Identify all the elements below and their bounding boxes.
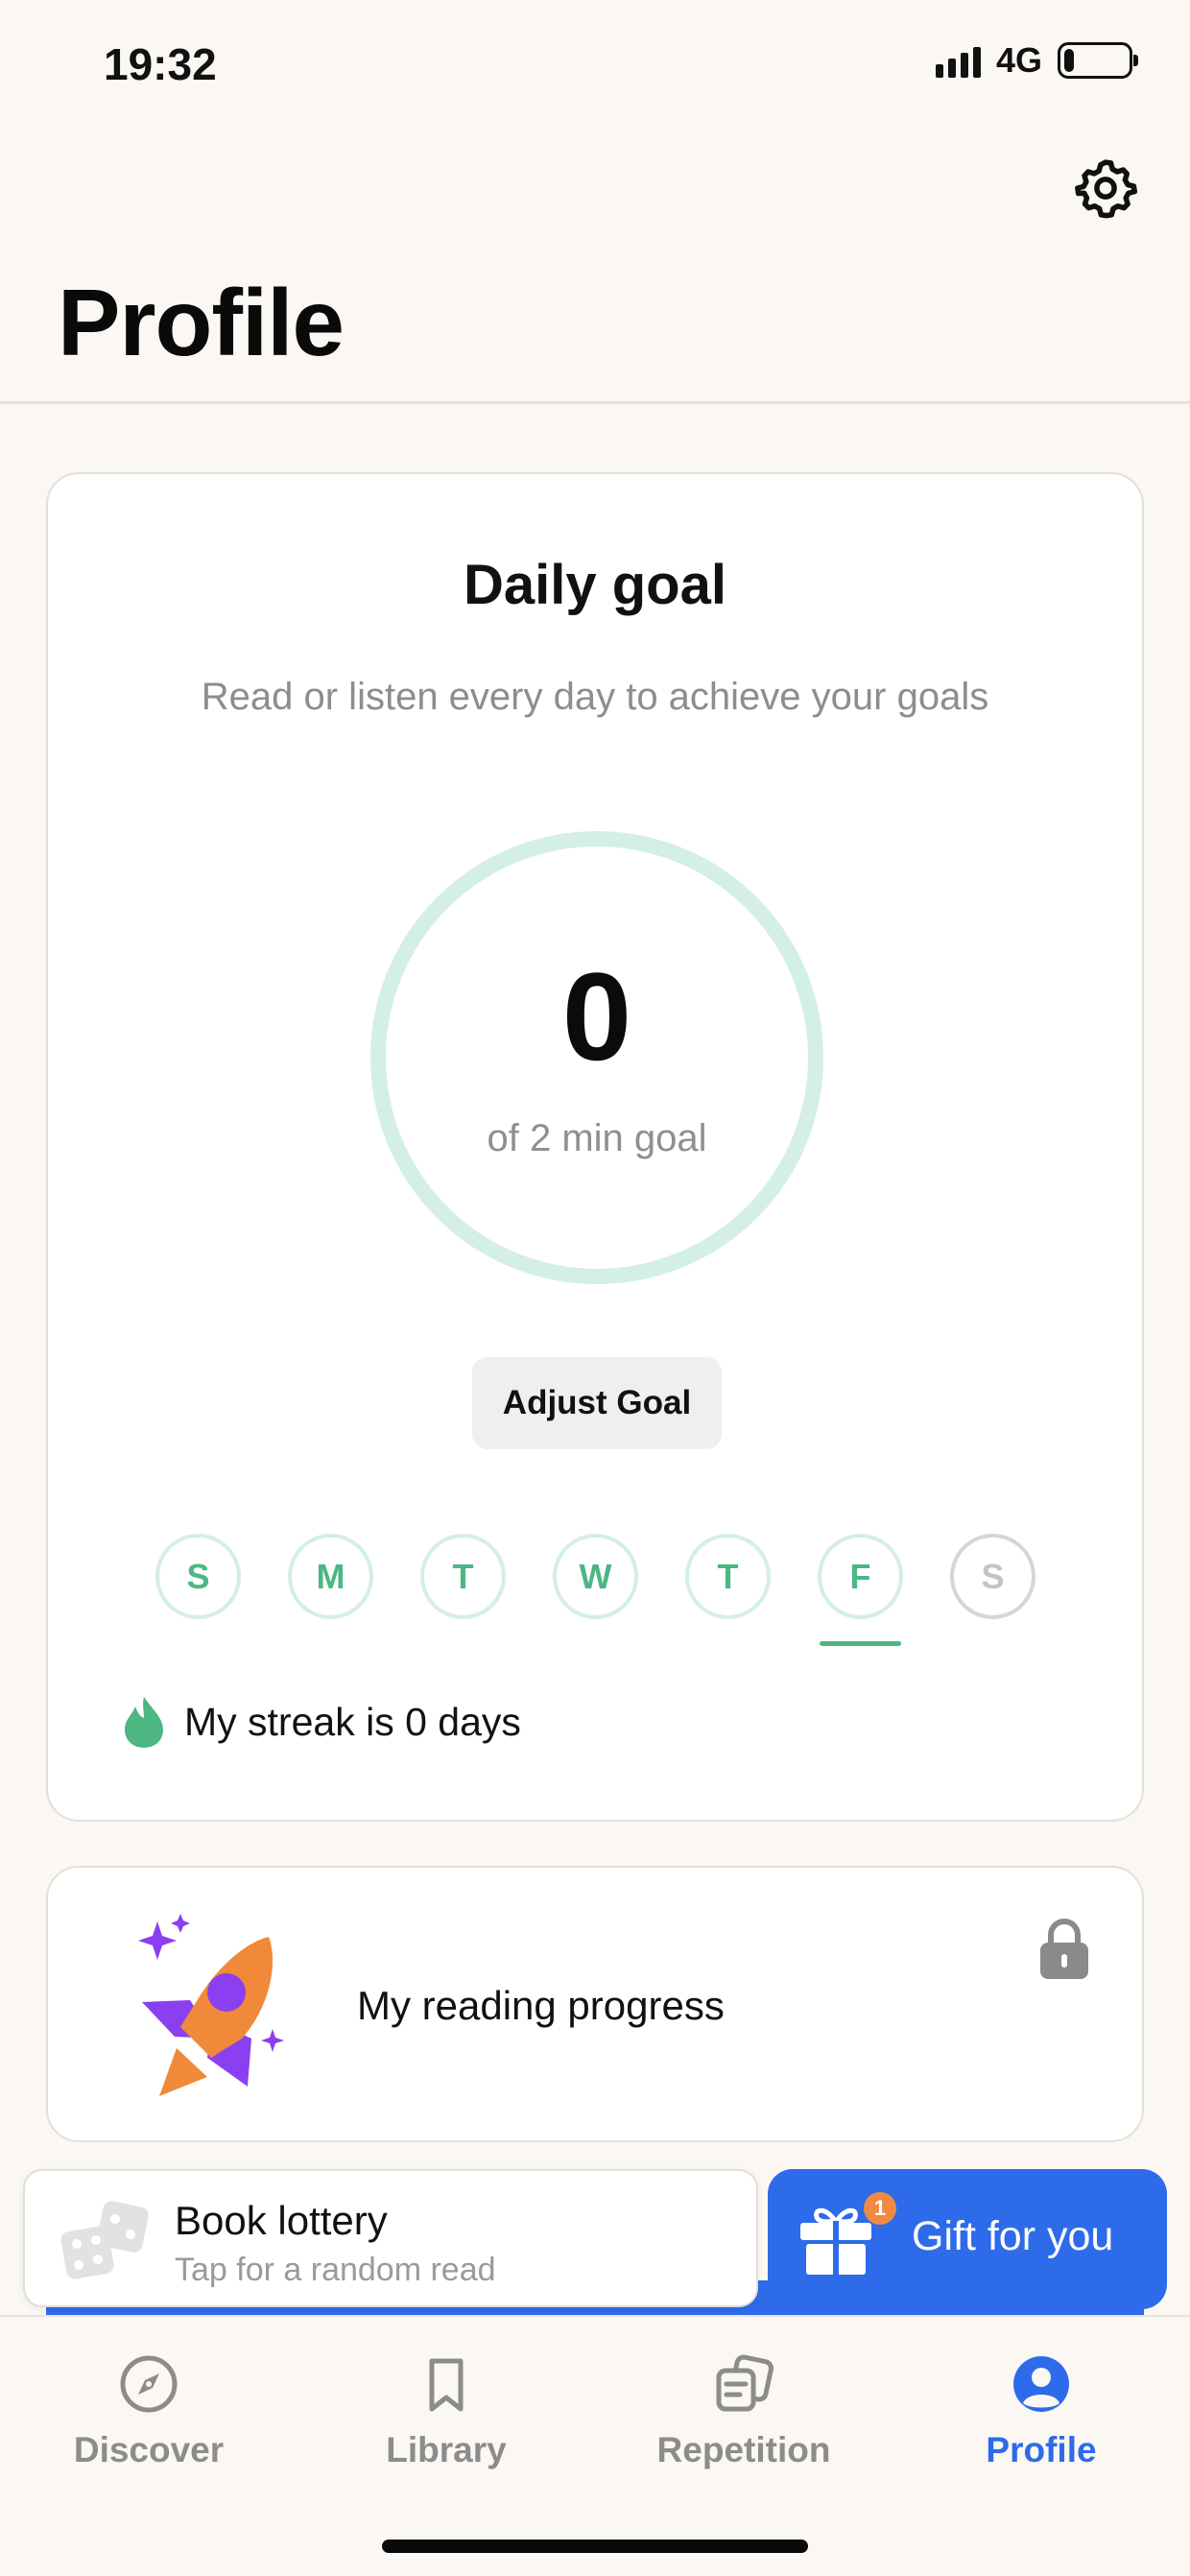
status-indicators: 4G (935, 40, 1138, 81)
signal-icon (935, 43, 981, 78)
day-saturday: S (950, 1534, 1035, 1619)
dice-icon (60, 2201, 149, 2279)
network-label: 4G (995, 40, 1042, 80)
daily-goal-title: Daily goal (464, 554, 726, 616)
home-indicator (382, 2540, 808, 2553)
gift-notification-badge: 1 (864, 2192, 896, 2225)
book-lottery-button[interactable]: Book lottery Tap for a random read (23, 2169, 758, 2307)
gear-icon (1075, 159, 1137, 219)
flame-icon (125, 1697, 163, 1748)
daily-goal-card: Daily goal Read or listen every day to a… (46, 472, 1144, 1822)
nav-item-profile[interactable]: Profile (892, 2317, 1190, 2490)
compass-icon (116, 2351, 181, 2417)
lock-icon (1040, 1919, 1088, 1979)
goal-caption: of 2 min goal (487, 1117, 707, 1159)
adjust-goal-button[interactable]: Adjust Goal (472, 1357, 722, 1449)
weekday-tracker: S M T W T F S (155, 1534, 1035, 1646)
streak-text: My streak is 0 days (184, 1699, 521, 1744)
gift-label: Gift for you (912, 2213, 1114, 2259)
day-tuesday: T (420, 1534, 506, 1619)
day-wednesday: W (553, 1534, 638, 1619)
day-friday: F (818, 1534, 903, 1646)
header-divider (0, 401, 1190, 404)
bottom-nav: Discover Library Repetition Profile (0, 2315, 1190, 2576)
reading-progress-card[interactable]: My reading progress (46, 1866, 1144, 2142)
bookmark-icon (414, 2351, 479, 2417)
battery-level (1064, 49, 1074, 72)
rocket-icon (138, 1914, 284, 2096)
reading-progress-label: My reading progress (357, 1983, 725, 2028)
day-monday: M (288, 1534, 373, 1619)
battery-icon (1058, 42, 1138, 79)
day-sunday: S (155, 1534, 241, 1619)
daily-goal-subtitle: Read or listen every day to achieve your… (201, 676, 989, 718)
nav-item-repetition[interactable]: Repetition (595, 2317, 892, 2490)
lottery-subtitle: Tap for a random read (175, 2252, 496, 2288)
nav-item-library[interactable]: Library (298, 2317, 595, 2490)
lottery-title: Book lottery (175, 2198, 388, 2243)
nav-label-library: Library (386, 2430, 507, 2469)
user-icon (1009, 2351, 1074, 2417)
nav-label-discover: Discover (73, 2430, 225, 2469)
status-time: 19:32 (104, 39, 217, 89)
nav-label-profile: Profile (986, 2430, 1097, 2469)
nav-label-repetition: Repetition (656, 2430, 831, 2469)
status-bar: 19:32 4G (0, 0, 1190, 130)
page-title: Profile (58, 270, 345, 375)
streak-row: My streak is 0 days (123, 1695, 521, 1749)
nav-item-discover[interactable]: Discover (0, 2317, 298, 2490)
goal-value: 0 (561, 946, 632, 1086)
cards-icon (711, 2351, 776, 2417)
day-thursday: T (685, 1534, 771, 1619)
settings-button[interactable] (1071, 154, 1140, 223)
